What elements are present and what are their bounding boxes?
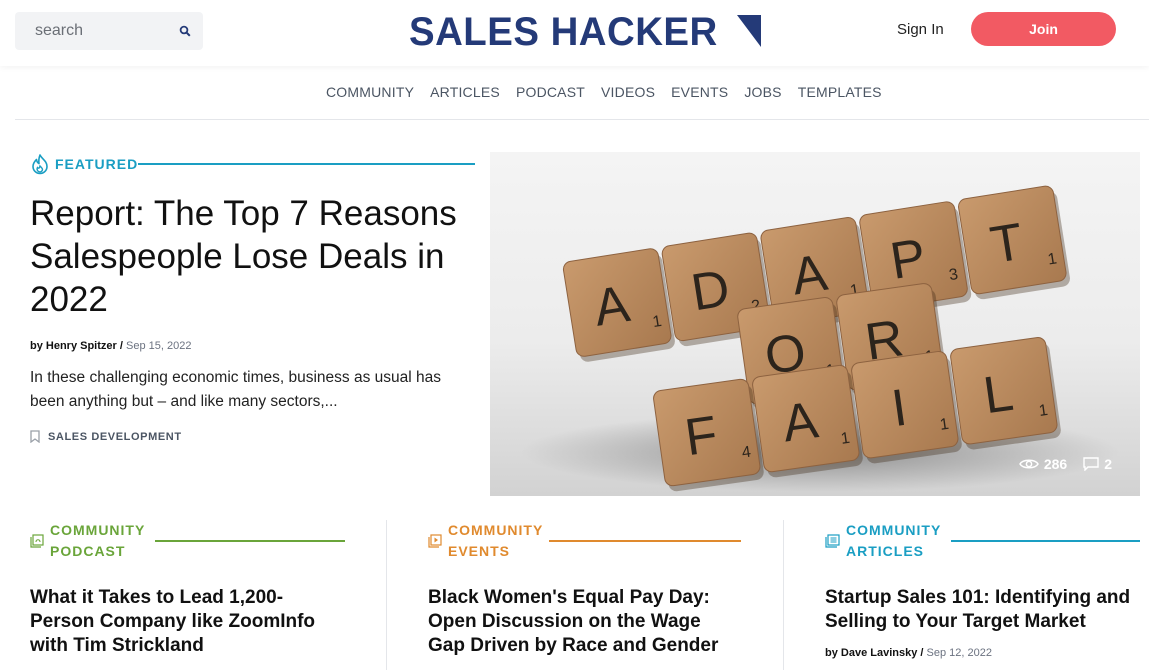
article-icon (825, 534, 840, 548)
main-nav: COMMUNITY ARTICLES PODCAST VIDEOS EVENTS… (0, 66, 1149, 120)
bookmark-icon (30, 430, 40, 443)
category-divider (549, 540, 741, 542)
join-button[interactable]: Join (971, 12, 1116, 46)
video-play-icon (428, 534, 442, 548)
category-divider (951, 540, 1140, 542)
scrabble-tile: F4 (653, 378, 764, 492)
search-input[interactable] (15, 12, 175, 50)
featured-excerpt: In these challenging economic times, bus… (30, 369, 441, 410)
column-divider (783, 520, 784, 670)
category-line2: ARTICLES (846, 543, 924, 559)
featured-title[interactable]: Report: The Top 7 Reasons Salespeople Lo… (30, 192, 480, 321)
column-divider (386, 520, 387, 670)
featured-divider (138, 163, 475, 165)
card-category[interactable]: COMMUNITY PODCAST (30, 520, 145, 562)
card-community-podcast: COMMUNITY PODCAST What it Takes to Lead … (30, 520, 345, 670)
scrabble-tile: A1 (752, 364, 863, 478)
card-author[interactable]: by Dave Lavinsky (825, 647, 917, 659)
nav-community[interactable]: COMMUNITY (318, 84, 422, 100)
featured-author[interactable]: by Henry Spitzer (30, 340, 117, 352)
category-line1: COMMUNITY (846, 522, 942, 538)
sign-in-link[interactable]: Sign In (897, 21, 944, 38)
comment-icon (1083, 457, 1099, 471)
nav-events[interactable]: EVENTS (663, 84, 736, 100)
featured-label: FEATURED (30, 152, 138, 176)
site-header: SALES HACKER Sign In Join (0, 0, 1149, 66)
nav-podcast[interactable]: PODCAST (508, 84, 593, 100)
site-logo[interactable]: SALES HACKER (409, 10, 761, 54)
featured-date: Sep 15, 2022 (126, 340, 192, 352)
category-divider (155, 540, 345, 542)
card-title[interactable]: Startup Sales 101: Identifying and Selli… (825, 586, 1140, 634)
image-stats: 286 2 (1003, 456, 1112, 472)
nav-divider (15, 119, 1149, 120)
featured-label-text: FEATURED (55, 156, 139, 172)
search-icon[interactable] (179, 25, 191, 37)
logo-flag-icon (737, 15, 761, 47)
featured-image[interactable]: A1D2A1P3T1 O1R1 F4A1I1L1 286 2 (490, 152, 1140, 496)
category-line1: COMMUNITY (448, 522, 544, 538)
flame-icon (32, 154, 48, 175)
nav-templates[interactable]: TEMPLATES (790, 84, 890, 100)
card-community-articles: COMMUNITY ARTICLES Startup Sales 101: Id… (825, 520, 1140, 670)
views-stat: 286 (1018, 456, 1068, 472)
category-line2: PODCAST (50, 543, 126, 559)
nav-jobs[interactable]: JOBS (736, 84, 789, 100)
card-category[interactable]: COMMUNITY ARTICLES (825, 520, 941, 562)
card-title[interactable]: Black Women's Equal Pay Day: Open Discus… (428, 586, 738, 658)
card-date: Sep 12, 2022 (926, 647, 992, 659)
comments-stat[interactable]: 2 (1083, 456, 1112, 472)
card-byline: by Dave Lavinsky / Sep 12, 2022 (825, 647, 992, 659)
card-title[interactable]: What it Takes to Lead 1,200-Person Compa… (30, 586, 330, 658)
scrabble-tile: A1 (562, 248, 675, 362)
featured-tag-label: SALES DEVELOPMENT (48, 430, 182, 443)
comments-count: 2 (1104, 456, 1112, 472)
card-category[interactable]: COMMUNITY EVENTS (428, 520, 543, 562)
scrabble-tile: T1 (958, 185, 1070, 300)
eye-icon (1018, 459, 1039, 469)
search-box (15, 12, 203, 50)
scrabble-tile: L1 (950, 337, 1061, 450)
views-count: 286 (1043, 456, 1068, 472)
category-line2: EVENTS (448, 543, 511, 559)
card-community-events: COMMUNITY EVENTS Black Women's Equal Pay… (428, 520, 741, 670)
scrabble-tiles-illustration: A1D2A1P3T1 O1R1 F4A1I1L1 (520, 185, 1120, 492)
featured-byline: by Henry Spitzer / Sep 15, 2022 (30, 340, 192, 352)
podcast-icon (30, 534, 44, 548)
category-line1: COMMUNITY (50, 522, 146, 538)
nav-videos[interactable]: VIDEOS (593, 84, 663, 100)
nav-articles[interactable]: ARTICLES (422, 84, 508, 100)
logo-text: SALES HACKER (409, 10, 718, 54)
featured-tag[interactable]: SALES DEVELOPMENT (30, 430, 182, 443)
scrabble-tile: I1 (851, 350, 962, 464)
